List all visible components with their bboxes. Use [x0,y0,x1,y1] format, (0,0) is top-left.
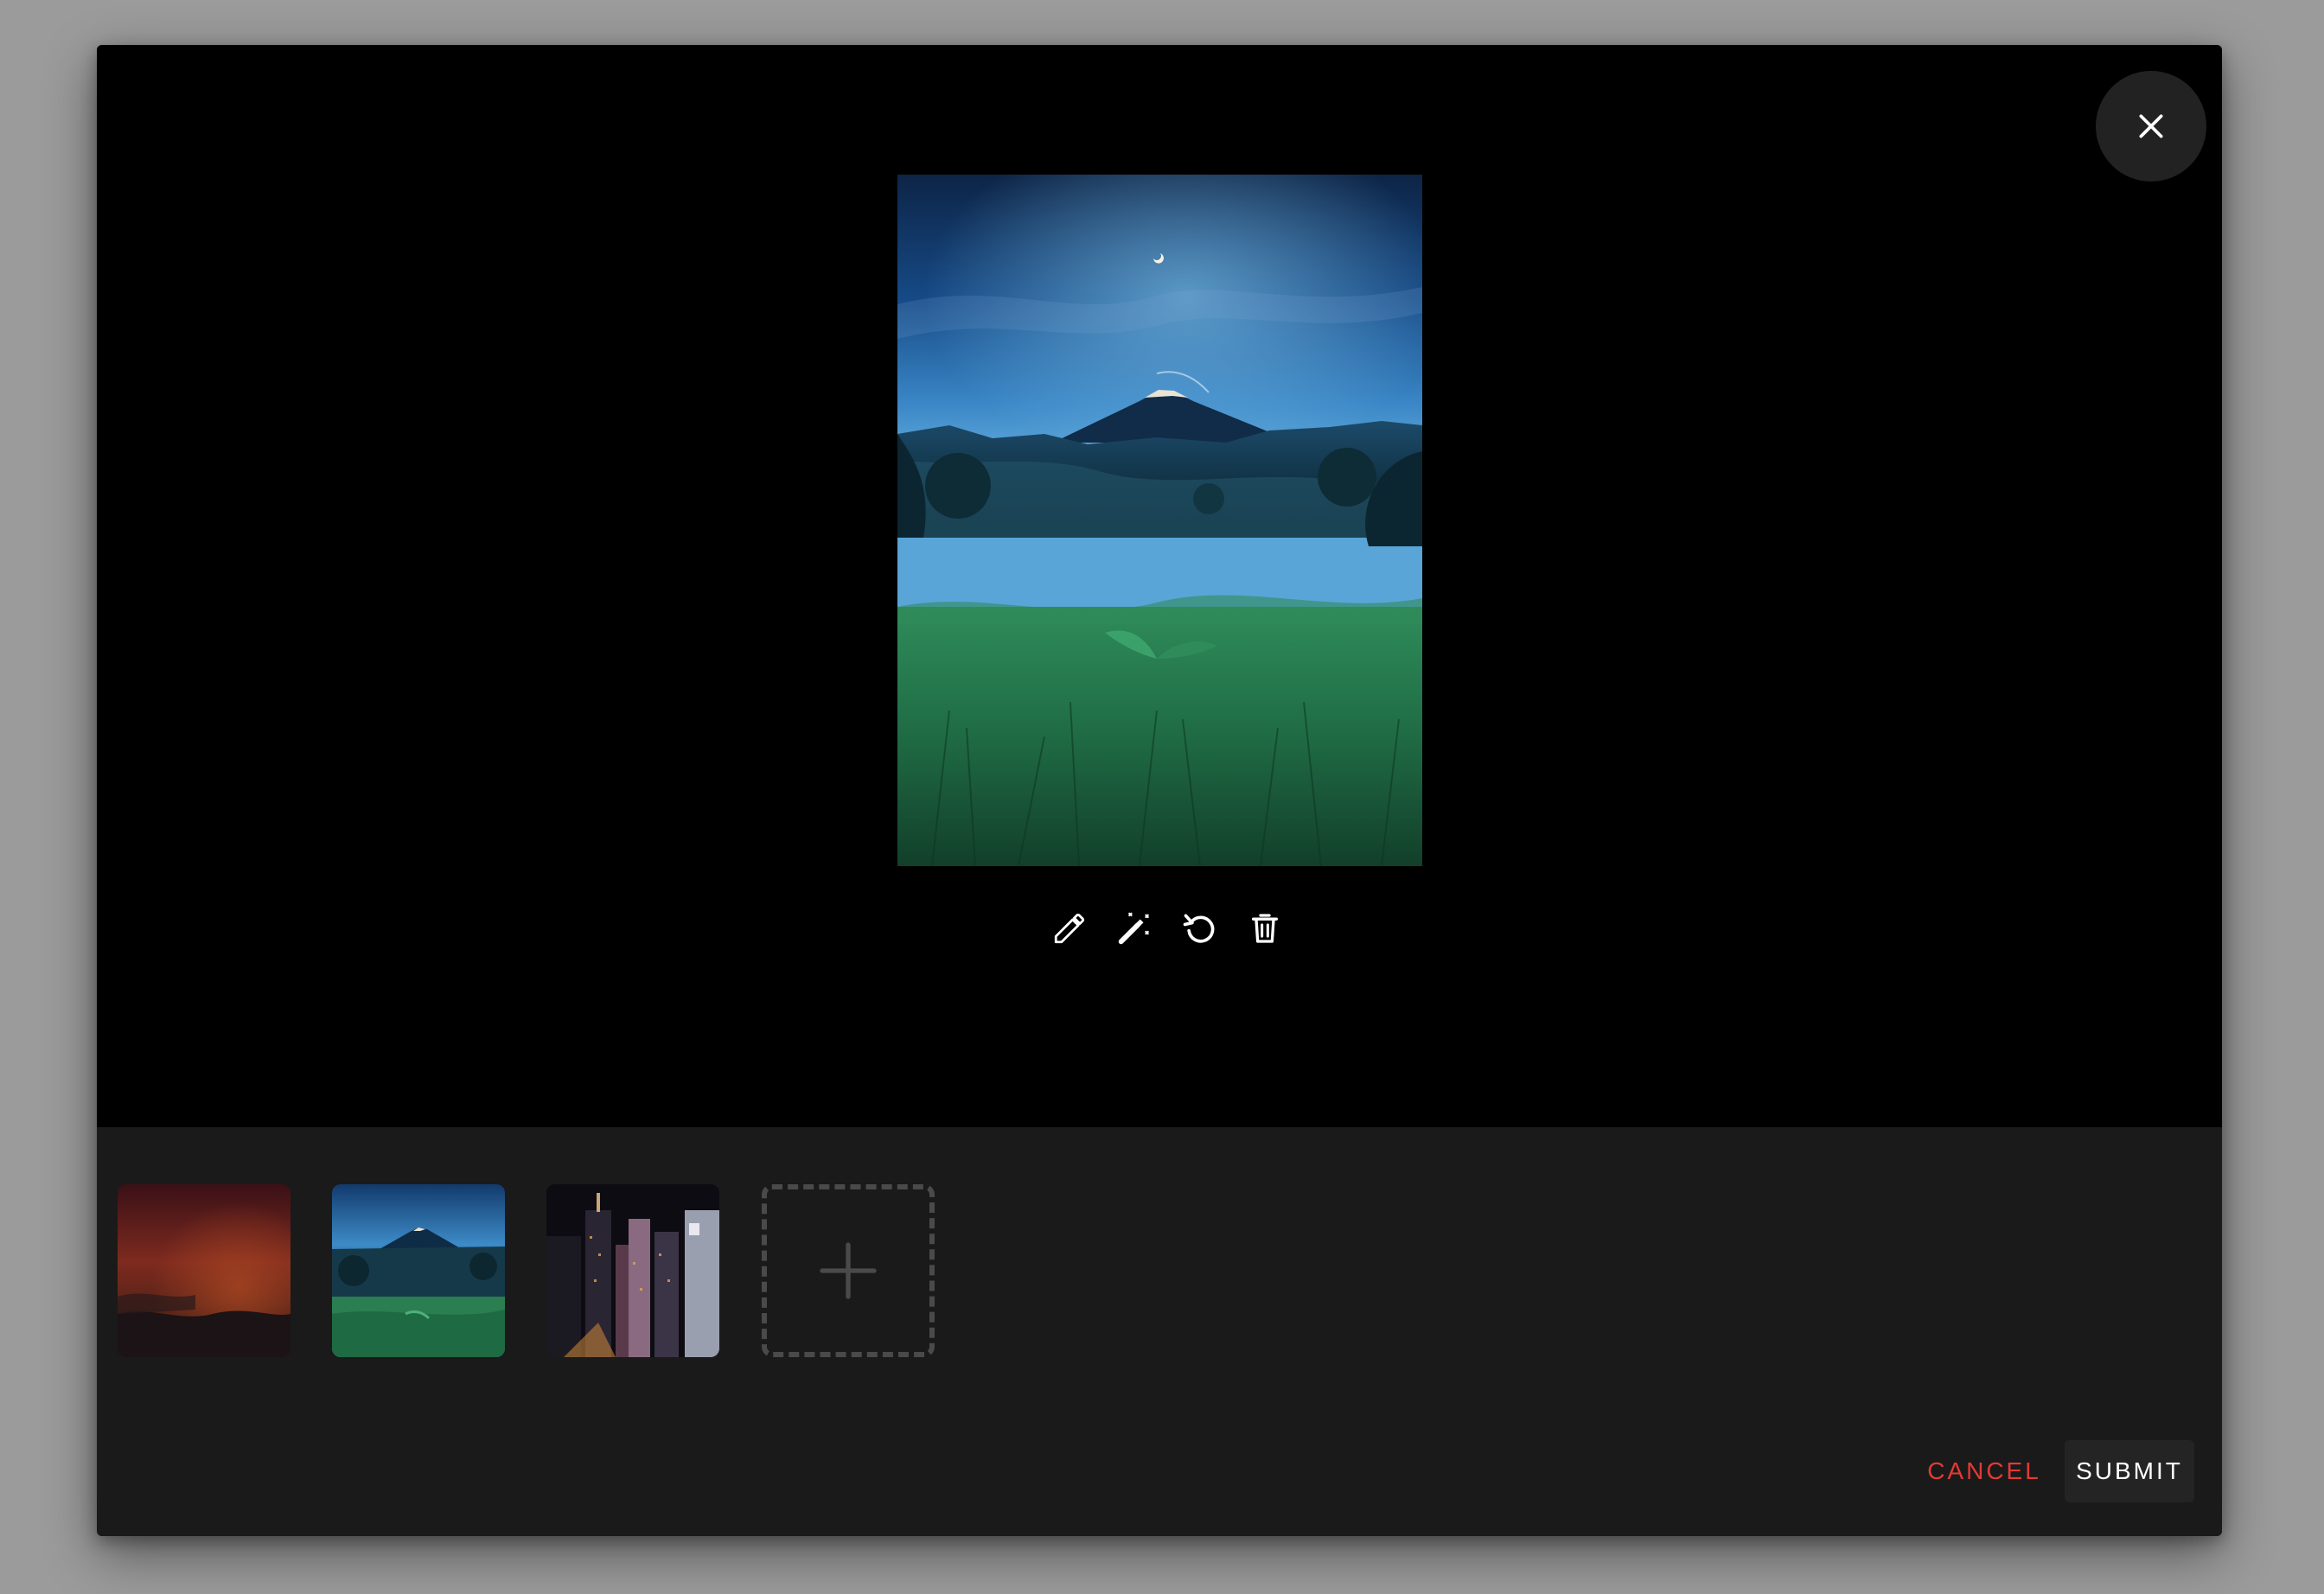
close-button[interactable] [2096,71,2206,182]
auto-enhance-button[interactable] [1107,901,1162,956]
close-icon [2139,114,2163,138]
rotate-icon [1183,914,1215,943]
image-stage [97,45,2222,1127]
city-night-thumbnail [546,1184,719,1357]
sunset-clouds-thumbnail [118,1184,290,1357]
delete-button[interactable] [1237,901,1293,956]
pencil-icon [1054,913,1085,944]
thumbnail-3[interactable] [546,1184,719,1357]
submit-button[interactable]: SUBMIT [2065,1440,2194,1502]
cancel-button[interactable]: CANCEL [1919,1440,2049,1502]
thumbnail-1[interactable] [118,1184,290,1357]
volcano-night-thumbnail [332,1184,505,1357]
dialog-footer: CANCEL SUBMIT [97,1404,2222,1536]
magic-wand-icon [1119,912,1150,945]
add-image-button[interactable] [762,1184,935,1357]
plus-icon [820,1242,877,1299]
image-editor-dialog: CANCEL SUBMIT [97,45,2222,1536]
trash-icon [1251,914,1278,943]
rotate-button[interactable] [1172,901,1228,956]
thumbnail-2[interactable] [332,1184,505,1357]
edit-tool-button[interactable] [1042,901,1097,956]
main-preview-image [897,175,1422,866]
image-toolbar [1042,901,1293,956]
thumbnail-tray [97,1127,2222,1406]
